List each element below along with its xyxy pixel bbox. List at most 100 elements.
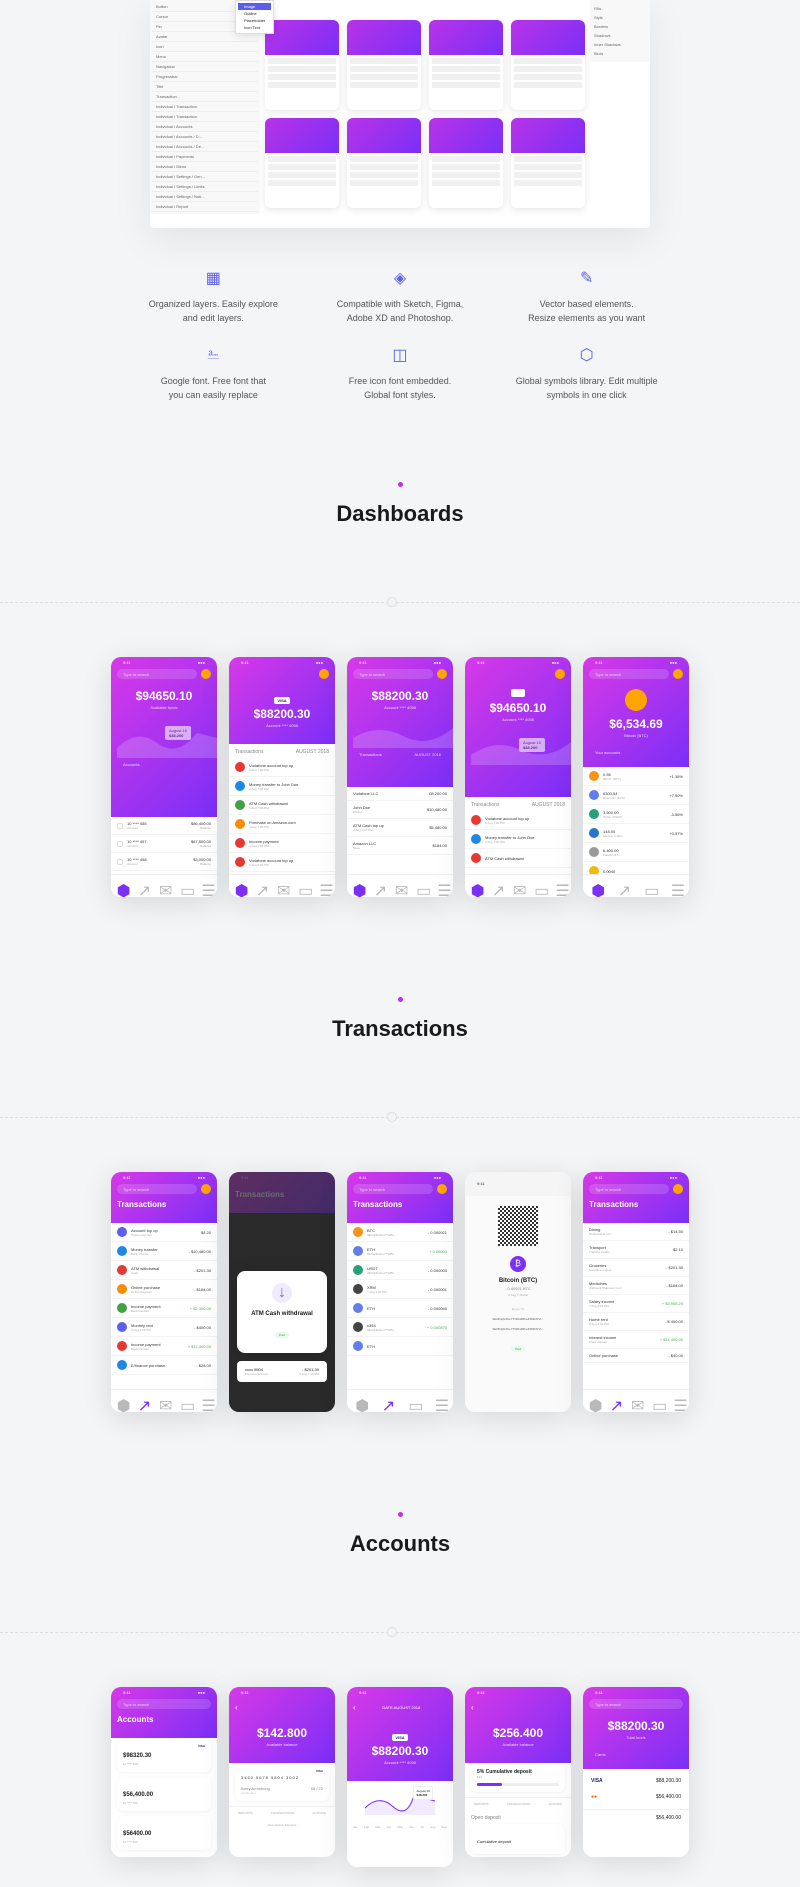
transaction-icon <box>353 1246 363 1256</box>
transaction-row[interactable]: 6,400.00Zatoshi (ZT) <box>583 843 689 862</box>
tab[interactable]: TRANSACTIONS <box>271 1811 295 1815</box>
avatar[interactable] <box>201 669 211 679</box>
tx-phone-4-detail: 9:41 ₿ Bitcoin (BTC) - 0.40921 BTC 6 Aug… <box>465 1172 571 1412</box>
feature-item: ✎Vector based elements.Resize elements a… <box>503 268 670 325</box>
search-input[interactable]: Type to search <box>589 669 669 679</box>
account-card[interactable]: $56,400.0010 **** 455 <box>117 1777 211 1811</box>
account-card[interactable]: $98320.30VISA10 **** 458 <box>117 1738 211 1772</box>
transaction-row[interactable]: Vodafone account top up6 Aug 7:00 PM <box>465 811 571 830</box>
transaction-row[interactable]: 0.55Bitcoin (BTC) +1.36% <box>583 767 689 786</box>
back-icon[interactable]: ‹ <box>353 1703 356 1712</box>
transaction-icon <box>353 1227 363 1237</box>
account-row[interactable]: 10 **** 457Account$67,500.00Balance <box>111 835 217 853</box>
search-input[interactable]: Type to search <box>353 669 433 679</box>
card-icon <box>511 689 525 697</box>
transaction-icon <box>589 847 599 857</box>
transaction-row[interactable]: x3543ENqNb4CeYTWBv... + 0.000870 <box>347 1318 453 1337</box>
tx-phone-5: 9:41●●● Type to search Transactions Dini… <box>583 1172 689 1412</box>
transaction-row[interactable]: E/finance purchase - $28.00 <box>111 1356 217 1375</box>
transaction-icon <box>235 838 245 848</box>
feature-icon: ⎁ <box>203 345 223 365</box>
bottom-nav[interactable]: ⬢↗✉▭☰ <box>111 874 217 897</box>
transaction-row[interactable]: TransportTransfer credits $2.10 <box>583 1241 689 1259</box>
account-screens: 9:41●●● Type to search Accounts $98320.3… <box>0 1687 800 1887</box>
transaction-row[interactable]: Money transfer to John Doe4 Aug 7:00 PM <box>465 830 571 849</box>
transaction-row[interactable]: Vodafone account top up6 Aug 7:00 PM <box>229 758 335 777</box>
transaction-row[interactable]: ATM Cash withdrawal <box>465 849 571 868</box>
transaction-row[interactable]: BTC3ENqNb4CeYTWBv... - 0.000921 <box>347 1223 453 1242</box>
transaction-row[interactable]: GroceriesSunshine market - $201.30 <box>583 1259 689 1277</box>
search-input[interactable]: Type to search <box>117 669 197 679</box>
transaction-icon <box>117 1303 127 1313</box>
transaction-row[interactable]: Vodafone LLC 08.200.00 <box>347 787 453 801</box>
transaction-row[interactable]: MedicinesWellness Pharmacy LLC - $184.00 <box>583 1277 689 1295</box>
transaction-row[interactable]: Income paymentBank transfer + $2,300.00 <box>111 1299 217 1318</box>
transaction-icon <box>117 1265 127 1275</box>
context-menu: Image OutlinePlaceholderIcon Text <box>235 0 274 34</box>
transaction-row[interactable]: ATM withdrawalCash - $201.30 <box>111 1261 217 1280</box>
qr-code <box>498 1206 538 1246</box>
transaction-row[interactable]: Monthly rent4 Aug 2:15 PM - $400.00 <box>111 1318 217 1337</box>
tab[interactable]: ACTIONS <box>313 1811 326 1815</box>
transaction-row[interactable]: Purchase on Amazon.com4 Aug 7:00 PM <box>229 815 335 834</box>
tx-phone-3: 9:41●●● Type to search Transactions BTC3… <box>347 1172 453 1412</box>
transaction-icon <box>117 1360 127 1370</box>
bottom-nav[interactable]: ⬢↗✉▭☰ <box>229 874 335 897</box>
transaction-row[interactable]: ATM Cash top up4 Aug 2:15 PM $5,480.00 <box>347 819 453 837</box>
transaction-row[interactable]: Income paymentBank transfer + $11,400.00 <box>111 1337 217 1356</box>
transaction-row[interactable]: XRM7 Aug 4:20 PM - 0.000001 <box>347 1280 453 1299</box>
section-dot <box>398 482 403 487</box>
account-card[interactable]: $56400.0010 **** 456 <box>117 1816 211 1850</box>
acct-phone-2: 9:41 ‹ $142.800 Available balance VISA 3… <box>229 1687 335 1857</box>
card-row[interactable]: VISA$88,200.30 <box>583 1773 689 1789</box>
back-icon[interactable]: ‹ <box>471 1703 474 1712</box>
transaction-row[interactable]: 6300.54Ethereum (ETH) +7.90% <box>583 786 689 805</box>
transaction-row[interactable]: 148.00Litecoin (LMC) +0.57% <box>583 824 689 843</box>
transaction-row[interactable]: Online purchaseOnline payment - $184.00 <box>111 1280 217 1299</box>
transaction-row[interactable]: Home rent3 Aug 2:00 PM - $ 400.00 <box>583 1313 689 1331</box>
tx-phone-2-modal: 9:41 Transactions ↓ ATM Cash withdrawal … <box>229 1172 335 1412</box>
transaction-icon <box>471 815 481 825</box>
tab[interactable]: REPORTS <box>474 1802 488 1806</box>
transaction-row[interactable]: Vodafone account top up4 Aug 6:24 PM <box>229 853 335 872</box>
transaction-row[interactable]: Money transferBank income - $10,480.00 <box>111 1242 217 1261</box>
feature-icon: ✎ <box>577 268 597 288</box>
transaction-row[interactable]: ETH - 0.000040 <box>347 1299 453 1318</box>
status-pill: Paid <box>275 1332 289 1338</box>
transaction-row[interactable]: Money transfer to John Doe4 Aug 7:00 PM <box>229 777 335 796</box>
account-row[interactable]: 10 **** 455Account$56,400.00Balance <box>111 817 217 835</box>
feature-item: ⎁Google font. Free font thatyou can easi… <box>130 345 297 402</box>
feature-icon: ◈ <box>390 268 410 288</box>
back-icon[interactable]: ‹ <box>235 1703 238 1712</box>
chart: August 16$48.200 <box>347 1781 453 1821</box>
visa-badge: VISA <box>274 697 289 704</box>
transaction-row[interactable]: 3,500.00Tether (USDT) -3.56% <box>583 805 689 824</box>
design-canvas <box>265 0 585 228</box>
feature-item: ▦Organized layers. Easily exploreand edi… <box>130 268 297 325</box>
dashboard-phone-4: 9:41●●● $94650.10 Account **** 4058 Augu… <box>465 657 571 897</box>
tab[interactable]: REPORTS <box>238 1811 252 1815</box>
transaction-row[interactable]: ETH3ENqNb4CeYTWBv... + 0.00003 <box>347 1242 453 1261</box>
card-row[interactable]: ●●$56,400.00 <box>583 1789 689 1805</box>
transaction-row[interactable]: DiningRestaurants LLC - $14.50 <box>583 1223 689 1241</box>
dashboards-title: Dashboards <box>0 501 800 527</box>
transaction-row[interactable]: Online purchase - $40.00 <box>583 1349 689 1363</box>
transaction-icon <box>353 1284 363 1294</box>
avatar[interactable] <box>319 669 329 679</box>
transaction-icon <box>235 800 245 810</box>
transaction-row[interactable]: USDT3ENqNb4CeYTWBv... - 0.000003 <box>347 1261 453 1280</box>
transaction-row[interactable]: ATM Cash withdrawal4 Aug 7:00 PM <box>229 796 335 815</box>
account-row[interactable]: 10 **** 458Account$3,000.00Balance <box>111 853 217 871</box>
transaction-row[interactable]: Salary income7 Aug 8:15 PM + $3,905.20 <box>583 1295 689 1313</box>
nav-icon: ✉ <box>159 881 169 891</box>
transaction-icon <box>235 819 245 829</box>
transaction-row[interactable]: Income payment4 Aug 7:00 PM <box>229 834 335 853</box>
transaction-row[interactable]: John DoePerson $10,480.00 <box>347 801 453 819</box>
transaction-row[interactable]: ETH <box>347 1337 453 1356</box>
chart: August 10$48.200 <box>117 718 211 758</box>
transaction-row[interactable]: Account top upPhone payment $4.20 <box>111 1223 217 1242</box>
transaction-row[interactable]: Amazon LLCStore $184.00 <box>347 837 453 855</box>
tab[interactable]: TRANSACTIONS <box>507 1802 531 1806</box>
tab[interactable]: ACTIONS <box>549 1802 562 1806</box>
transaction-row[interactable]: Interest incomeFixed deposit + $11,400.0… <box>583 1331 689 1349</box>
